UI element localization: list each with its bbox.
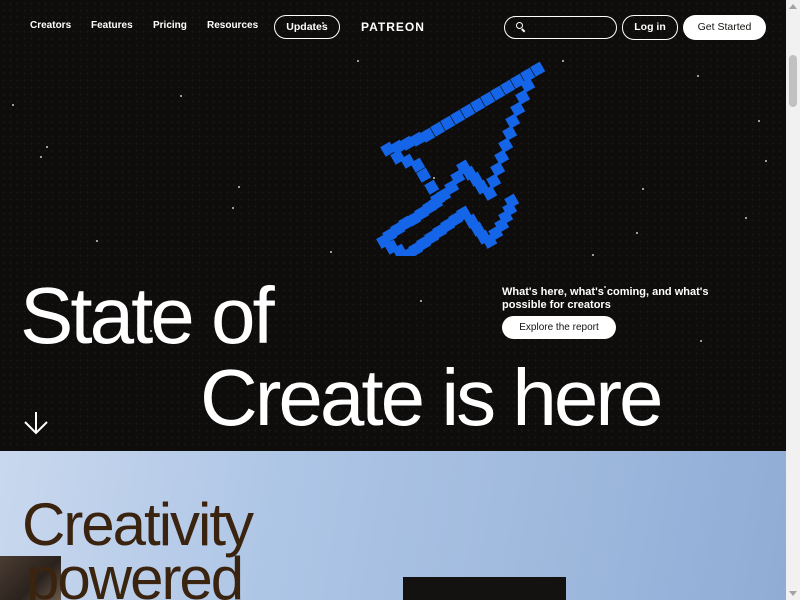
search-box[interactable] — [504, 16, 617, 39]
top-navigation: Creators Features Pricing Resources Upda… — [0, 0, 786, 54]
background-speck — [592, 254, 594, 256]
search-icon — [516, 22, 523, 29]
background-speck — [765, 160, 767, 162]
hero-headline-line1: State of — [20, 271, 275, 360]
background-speck — [636, 232, 638, 234]
updates-button[interactable]: Updates — [274, 15, 340, 39]
background-speck — [697, 75, 699, 77]
background-speck — [562, 60, 564, 62]
explore-report-button[interactable]: Explore the report — [502, 316, 616, 339]
nav-link-creators[interactable]: Creators — [30, 20, 71, 31]
patreon-logo[interactable]: PATREON — [361, 20, 425, 34]
arrow-down-icon[interactable] — [22, 409, 50, 437]
background-speck — [232, 207, 234, 209]
nav-link-features[interactable]: Features — [91, 20, 133, 31]
nav-link-resources[interactable]: Resources — [207, 20, 258, 31]
get-started-button[interactable]: Get Started — [683, 15, 766, 40]
background-speck — [40, 156, 42, 158]
scroll-thumb[interactable] — [789, 55, 797, 107]
page-scrollbar[interactable] — [786, 0, 800, 600]
background-speck — [700, 340, 702, 342]
background-speck — [745, 217, 747, 219]
scroll-down-icon[interactable] — [789, 591, 797, 596]
hero-headline-line2: Create is here — [200, 353, 663, 442]
background-speck — [642, 188, 644, 190]
section-headline-line2: powered — [26, 545, 244, 600]
page: State of Create is here What's here, wha… — [0, 0, 786, 600]
background-speck — [12, 104, 14, 106]
search-input[interactable] — [529, 19, 613, 37]
nav-link-pricing[interactable]: Pricing — [153, 20, 187, 31]
background-speck — [758, 120, 760, 122]
hero-tagline: What's here, what's coming, and what's p… — [502, 286, 709, 311]
scroll-up-icon[interactable] — [789, 4, 797, 9]
hero-section: State of Create is here What's here, wha… — [0, 0, 786, 451]
background-speck — [46, 146, 48, 148]
creator-photo-card[interactable] — [403, 577, 566, 600]
background-speck — [180, 95, 182, 97]
background-speck — [96, 240, 98, 242]
pixel-cursor-icon — [376, 61, 546, 256]
background-speck — [238, 186, 240, 188]
background-speck — [330, 251, 332, 253]
background-speck — [357, 60, 359, 62]
background-speck — [420, 300, 422, 302]
login-button[interactable]: Log in — [622, 15, 678, 40]
